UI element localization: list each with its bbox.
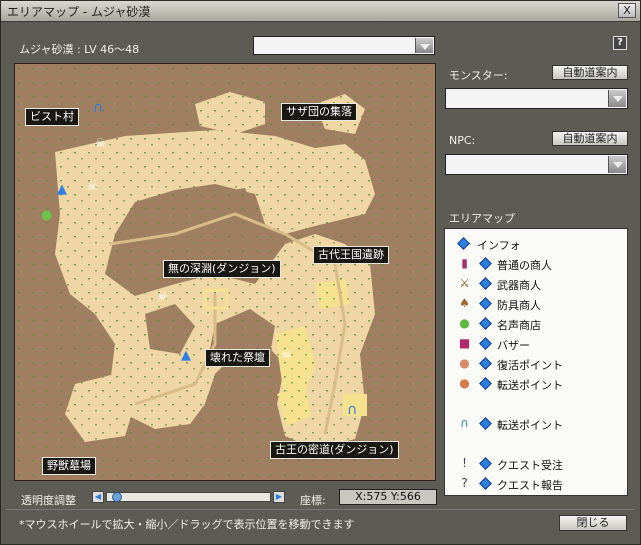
weapon-merchant-icon: ⚔: [459, 276, 470, 290]
legend-label: 転送ポイント: [497, 379, 563, 392]
diamond-icon: [479, 377, 492, 390]
diamond-icon: [479, 457, 492, 470]
slider-track[interactable]: [106, 492, 271, 502]
diamond-icon: [479, 297, 492, 310]
close-button[interactable]: 閉じる: [559, 515, 627, 531]
legend-label: インフォ: [477, 239, 521, 252]
area-map-window: エリアマップ - ムジャ砂漠 X ムジャ砂漠 : LV 46～48 ? モンスタ…: [0, 0, 641, 545]
monster-select[interactable]: [445, 88, 628, 109]
diamond-icon: [479, 337, 492, 350]
armor-merchant-icon: ♠: [459, 296, 470, 310]
diamond-icon: [479, 277, 492, 290]
diamond-icon: [479, 357, 492, 370]
bazaar-icon: ■: [458, 336, 471, 350]
legend-label: クエスト受注: [497, 459, 563, 472]
divider: [6, 509, 634, 510]
slider-thumb[interactable]: [112, 492, 122, 502]
quest-report-icon: ?: [461, 476, 468, 490]
legend-label: 普通の商人: [497, 259, 552, 272]
teleport-npc-icon[interactable]: ▲: [57, 182, 67, 197]
npc-label: NPC:: [449, 134, 476, 147]
monster-label: モンスター:: [449, 69, 508, 82]
diamond-icon: [479, 317, 492, 330]
map-label-old-king-passage[interactable]: 古王の密道(ダンジョン): [270, 441, 399, 459]
teleport-gate-icon[interactable]: ∩: [347, 402, 357, 418]
map-label-beast-graveyard[interactable]: 野獣墓場: [42, 457, 96, 475]
map-label-ancient-ruins[interactable]: 古代王国遺跡: [313, 246, 389, 264]
info-icon: [457, 237, 470, 250]
skull-icon: ☠: [87, 179, 98, 193]
transparency-slider[interactable]: ◀ ▶: [92, 491, 285, 503]
transparency-label: 透明度調整: [21, 494, 76, 507]
legend-label: 復活ポイント: [497, 359, 563, 372]
teleport-npc-icon: ●: [459, 376, 470, 390]
help-icon[interactable]: ?: [613, 36, 627, 50]
slider-left-arrow-icon[interactable]: ◀: [92, 491, 104, 503]
legend-title: エリアマップ: [449, 212, 515, 225]
npc-select[interactable]: [445, 154, 628, 175]
chevron-down-icon[interactable]: [608, 90, 626, 107]
area-select[interactable]: [253, 36, 435, 55]
coordinates-label: 座標:: [300, 494, 326, 507]
coordinates-readout: X:575 Y:566: [339, 489, 437, 505]
map-label-saza-camp[interactable]: サザ団の集落: [281, 103, 357, 121]
fame-shop-icon: ●: [459, 316, 470, 330]
npc-auto-guide-button[interactable]: 自動道案内: [552, 131, 628, 146]
revive-point-icon: ●: [459, 356, 470, 370]
teleport-npc-icon[interactable]: ▲: [181, 348, 191, 363]
diamond-icon: [479, 477, 492, 490]
legend-label: 防具商人: [497, 299, 541, 312]
skull-icon: ☠: [95, 136, 106, 150]
monster-auto-guide-button[interactable]: 自動道案内: [552, 65, 628, 80]
teleport-gate-icon: ∩: [460, 416, 469, 430]
footer-hint: *マウスホイールで拡大・縮小／ドラッグで表示位置を移動できます: [19, 518, 355, 531]
legend-panel: インフォ ▮ 普通の商人 ⚔ 武器商人 ♠ 防具商人 ● 名声商店 ■ バザー: [444, 228, 628, 496]
fame-shop-icon[interactable]: ●: [41, 208, 52, 223]
slider-right-arrow-icon[interactable]: ▶: [273, 491, 285, 503]
map-label-bist-village[interactable]: ビスト村: [25, 108, 79, 126]
general-merchant-icon: ▮: [461, 256, 468, 270]
diamond-icon: [479, 257, 492, 270]
window-title: エリアマップ - ムジャ砂漠: [7, 5, 151, 19]
legend-label: バザー: [497, 339, 530, 352]
map-label-abyss-dungeon[interactable]: 無の深淵(ダンジョン): [163, 260, 281, 278]
legend-label: 転送ポイント: [497, 419, 563, 432]
legend-label: クエスト報告: [497, 479, 563, 492]
skull-icon: ☠: [281, 347, 292, 361]
legend-label: 武器商人: [497, 279, 541, 292]
area-name-level: ムジャ砂漠 : LV 46～48: [19, 43, 140, 56]
chevron-down-icon[interactable]: [415, 38, 433, 53]
quest-accept-icon: !: [462, 456, 467, 470]
teleport-gate-icon[interactable]: ∩: [93, 100, 103, 116]
title-bar[interactable]: エリアマップ - ムジャ砂漠 X: [1, 1, 640, 22]
close-icon[interactable]: X: [618, 3, 636, 18]
chevron-down-icon[interactable]: [608, 156, 626, 173]
skull-icon: ☠: [157, 289, 168, 303]
diamond-icon: [479, 417, 492, 430]
map-label-broken-altar[interactable]: 壊れた祭壇: [205, 349, 270, 367]
area-map-canvas[interactable]: ビスト村 サザ団の集落 古代王国遺跡 無の深淵(ダンジョン) 壊れた祭壇 古王の…: [14, 63, 436, 481]
legend-label: 名声商店: [497, 319, 541, 332]
